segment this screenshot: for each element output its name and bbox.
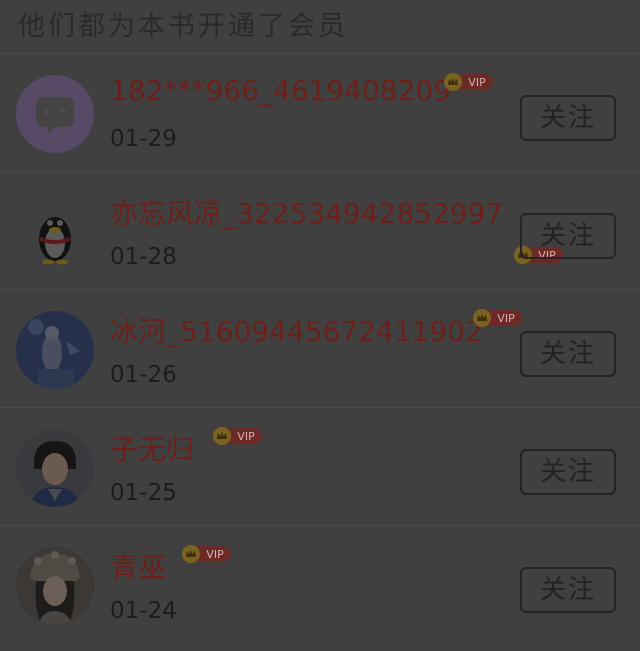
photo-avatar-icon[interactable] <box>16 547 94 625</box>
svg-text:VIP: VIP <box>206 548 224 561</box>
follow-button[interactable]: 关注 <box>520 449 616 495</box>
vip-badge: VIP <box>472 309 522 327</box>
member-name[interactable]: 子无归 <box>110 428 194 468</box>
svg-text:VIP: VIP <box>497 312 515 325</box>
member-row[interactable]: 亦忘风凉_322534942852997 VIP 01-28 关注 <box>0 172 640 290</box>
vip-badge: VIP <box>443 73 493 91</box>
section-title: 他们都为本书开通了会员 <box>0 0 640 54</box>
member-name[interactable]: 182***966_4619408209 <box>110 74 451 107</box>
member-date: 01-29 <box>110 126 177 152</box>
members-screen: 他们都为本书开通了会员 182***966_4619408209 VIP 01-… <box>0 0 640 651</box>
member-date: 01-28 <box>110 244 177 270</box>
member-row[interactable]: 青巫 VIP 01-24 关注 <box>0 526 640 644</box>
follow-button[interactable]: 关注 <box>520 567 616 613</box>
member-name[interactable]: 青巫 <box>110 546 166 586</box>
follow-button[interactable]: 关注 <box>520 213 616 259</box>
member-row[interactable]: 冰河_51609445672411902 VIP 01-26 关注 <box>0 290 640 408</box>
member-name[interactable]: 亦忘风凉_322534942852997 <box>110 192 503 232</box>
member-date: 01-25 <box>110 480 177 506</box>
member-row[interactable]: 182***966_4619408209 VIP 01-29 关注 <box>0 54 640 172</box>
member-name[interactable]: 冰河_51609445672411902 <box>110 310 483 350</box>
svg-text:VIP: VIP <box>468 76 486 89</box>
vip-badge: VIP <box>181 545 231 563</box>
follow-button[interactable]: 关注 <box>520 95 616 141</box>
vip-badge: VIP <box>212 427 262 445</box>
photo-avatar-icon[interactable] <box>16 311 94 389</box>
member-date: 01-26 <box>110 362 177 388</box>
penguin-avatar-icon[interactable] <box>16 193 94 271</box>
chat-bubble-avatar-icon[interactable] <box>16 75 94 153</box>
svg-text:VIP: VIP <box>237 430 255 443</box>
photo-avatar-icon[interactable] <box>16 429 94 507</box>
follow-button[interactable]: 关注 <box>520 331 616 377</box>
member-date: 01-24 <box>110 598 177 624</box>
member-row[interactable]: 子无归 VIP 01-25 关注 <box>0 408 640 526</box>
